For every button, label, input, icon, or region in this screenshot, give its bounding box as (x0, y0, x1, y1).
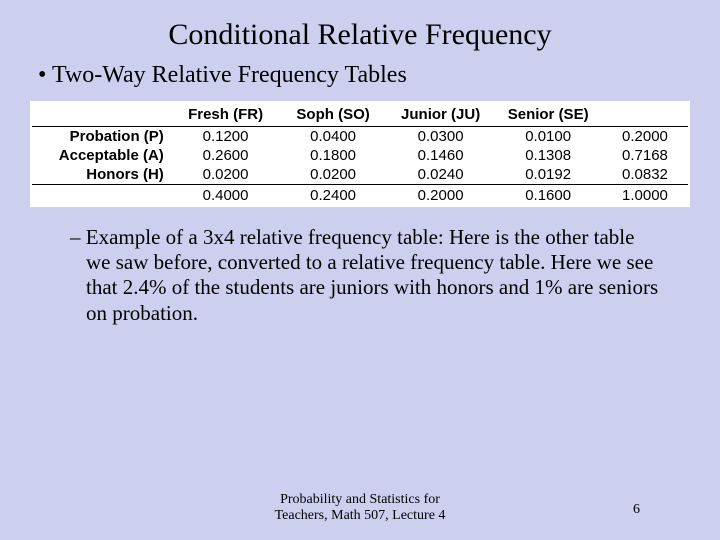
table-row: Probation (P) 0.1200 0.0400 0.0300 0.010… (32, 127, 688, 147)
example-dash: – (70, 225, 86, 249)
table-row: Acceptable (A) 0.2600 0.1800 0.1460 0.13… (32, 146, 688, 165)
cell: 0.0200 (279, 165, 387, 185)
cell: 0.2600 (172, 146, 280, 165)
totals-blank (32, 185, 172, 206)
cell: 0.1200 (172, 127, 280, 147)
cell: 0.0100 (494, 127, 602, 147)
col-total: 0.2000 (387, 185, 495, 206)
cell: 0.0200 (172, 165, 280, 185)
footer-line1: Probability and Statistics for (280, 492, 440, 507)
footer: Probability and Statistics for Teachers,… (0, 492, 720, 524)
cell: 0.1308 (494, 146, 602, 165)
cell: 0.0400 (279, 127, 387, 147)
table-header-row: Fresh (FR) Soph (SO) Junior (JU) Senior … (32, 103, 688, 127)
col-total: 0.4000 (172, 185, 280, 206)
cell: 0.1460 (387, 146, 495, 165)
example-text: Example of a 3x4 relative frequency tabl… (86, 225, 658, 325)
footer-line2: Teachers, Math 507, Lecture 4 (275, 508, 446, 523)
row-total: 0.0832 (602, 165, 688, 185)
slide-title: Conditional Relative Frequency (0, 0, 720, 62)
table-row: Honors (H) 0.0200 0.0200 0.0240 0.0192 0… (32, 165, 688, 185)
bullet-level1: Two-Way Relative Frequency Tables (16, 62, 720, 89)
row-label-acceptable: Acceptable (A) (32, 146, 172, 165)
page-number: 6 (633, 502, 640, 518)
col-total: 0.2400 (279, 185, 387, 206)
row-label-honors: Honors (H) (32, 165, 172, 185)
header-senior: Senior (SE) (494, 103, 602, 127)
header-junior: Junior (JU) (387, 103, 495, 127)
frequency-table-wrap: Fresh (FR) Soph (SO) Junior (JU) Senior … (30, 101, 690, 207)
grand-total: 1.0000 (602, 185, 688, 206)
col-total: 0.1600 (494, 185, 602, 206)
row-total: 0.7168 (602, 146, 688, 165)
cell: 0.0300 (387, 127, 495, 147)
header-blank (32, 103, 172, 127)
header-total (602, 103, 688, 127)
row-total: 0.2000 (602, 127, 688, 147)
example-paragraph: – Example of a 3x4 relative frequency ta… (0, 207, 720, 326)
header-fresh: Fresh (FR) (172, 103, 280, 127)
cell: 0.0192 (494, 165, 602, 185)
cell: 0.1800 (279, 146, 387, 165)
frequency-table: Fresh (FR) Soph (SO) Junior (JU) Senior … (32, 103, 688, 205)
row-label-probation: Probation (P) (32, 127, 172, 147)
cell: 0.0240 (387, 165, 495, 185)
header-soph: Soph (SO) (279, 103, 387, 127)
table-totals-row: 0.4000 0.2400 0.2000 0.1600 1.0000 (32, 185, 688, 206)
